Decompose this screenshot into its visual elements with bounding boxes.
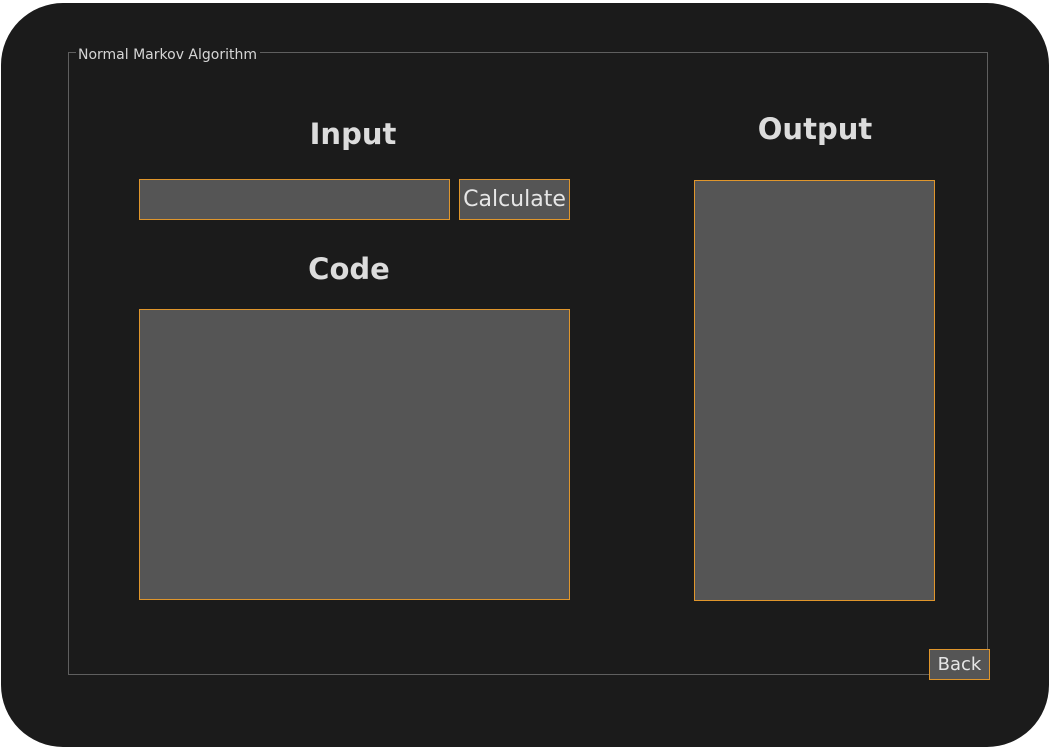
output-textarea[interactable]: [694, 180, 935, 601]
code-heading: Code: [308, 252, 390, 286]
back-button[interactable]: Back: [929, 649, 990, 680]
code-textarea[interactable]: [139, 309, 570, 600]
input-field[interactable]: [139, 179, 450, 220]
calculate-button[interactable]: Calculate: [459, 179, 570, 220]
output-heading: Output: [757, 112, 873, 146]
groupbox-title: Normal Markov Algorithm: [76, 47, 260, 63]
input-heading: Input: [309, 117, 397, 151]
